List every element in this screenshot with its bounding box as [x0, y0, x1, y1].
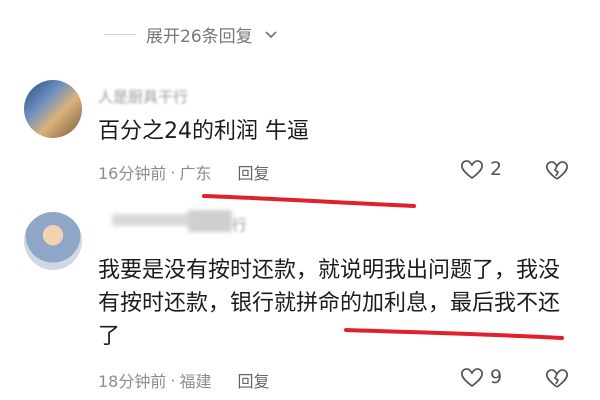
avatar[interactable]	[24, 212, 82, 270]
meta-separator: ·	[170, 370, 176, 390]
username[interactable]: 行	[232, 214, 247, 235]
like-button[interactable]: 9	[460, 366, 502, 388]
annotation-underline	[344, 328, 564, 340]
comment-time: 18分钟前	[98, 372, 167, 391]
comment-location: 广东	[179, 164, 212, 183]
expand-replies[interactable]: 展开26条回复	[104, 22, 279, 47]
reply-button[interactable]: 回复	[237, 160, 269, 184]
heart-icon	[460, 160, 484, 180]
meta-separator: ·	[170, 162, 176, 182]
broken-heart-icon[interactable]	[544, 159, 570, 181]
like-button[interactable]: 2	[460, 158, 502, 180]
annotation-underline	[202, 194, 416, 208]
chevron-down-icon	[265, 30, 277, 38]
comment-time: 16分钟前	[98, 164, 167, 183]
avatar[interactable]	[24, 80, 82, 138]
username[interactable]: 人是厨具干行	[98, 86, 188, 107]
expand-replies-label: 展开26条回复	[146, 27, 253, 47]
reply-button[interactable]: 回复	[237, 368, 269, 392]
heart-icon	[460, 368, 484, 388]
comment-text: 百分之24的利润 牛逼	[98, 119, 309, 144]
like-count: 9	[490, 366, 503, 388]
comment-meta: 16分钟前 · 广东 回复	[98, 160, 270, 184]
comment-location: 福建	[179, 372, 212, 391]
divider-line	[104, 34, 136, 35]
comment-meta: 18分钟前 · 福建 回复	[98, 368, 270, 392]
username-redacted	[188, 210, 232, 232]
broken-heart-icon[interactable]	[544, 367, 570, 389]
like-count: 2	[490, 158, 503, 180]
